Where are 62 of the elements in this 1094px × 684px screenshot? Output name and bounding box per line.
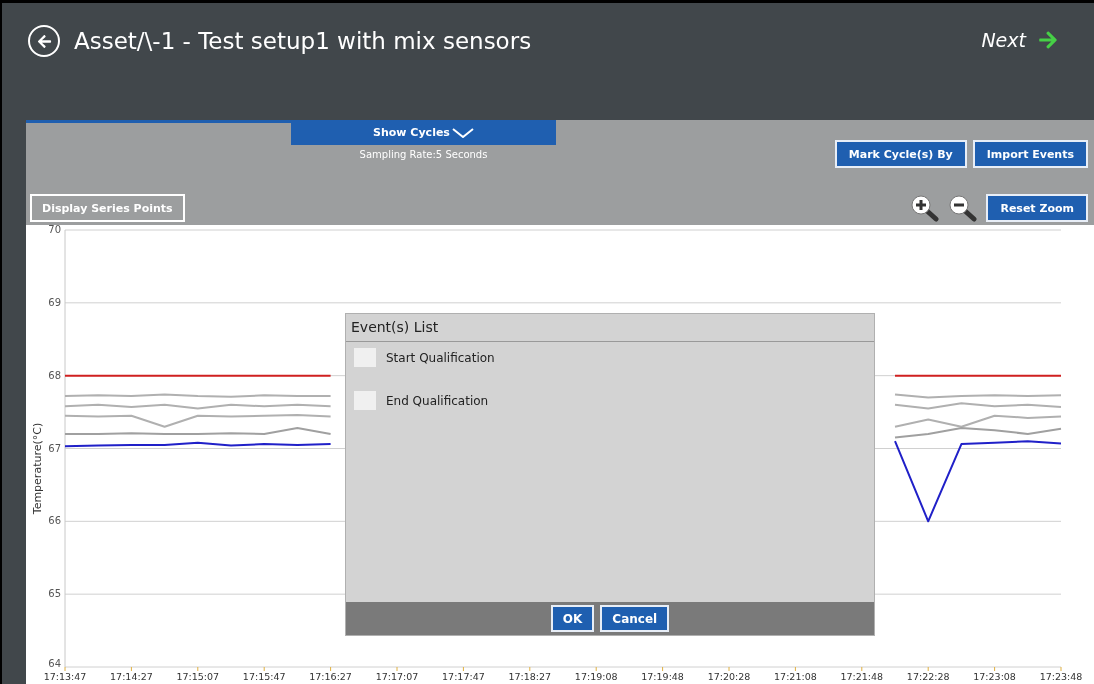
dialog-title: Event(s) List bbox=[346, 314, 874, 342]
x-tick bbox=[396, 666, 398, 672]
next-button[interactable]: Next bbox=[981, 29, 1058, 51]
reset-zoom-button[interactable]: Reset Zoom bbox=[986, 194, 1088, 222]
x-tick bbox=[794, 666, 796, 672]
y-tick-label: 69 bbox=[48, 296, 61, 308]
y-tick-label: 65 bbox=[48, 588, 61, 600]
x-tick bbox=[263, 666, 265, 672]
x-tick bbox=[994, 666, 996, 672]
x-tick-label: 17:22:28 bbox=[906, 671, 950, 682]
x-tick bbox=[197, 666, 199, 672]
x-tick-label: 17:15:07 bbox=[176, 671, 220, 682]
zoom-out-button[interactable] bbox=[948, 194, 979, 222]
x-tick-label: 17:19:48 bbox=[641, 671, 684, 682]
page-title: Asset/\-1 - Test setup1 with mix sensors bbox=[74, 27, 533, 56]
sampling-rate-text: Sampling Rate:5 Seconds bbox=[359, 149, 488, 160]
event-checkbox[interactable] bbox=[354, 391, 376, 410]
event-label: End Qualification bbox=[386, 393, 489, 408]
x-tick bbox=[462, 666, 464, 672]
event-checkbox[interactable] bbox=[354, 348, 376, 367]
y-axis-title: Temperature(°C) bbox=[31, 422, 44, 515]
x-tick bbox=[64, 666, 66, 672]
y-tick-label: 70 bbox=[48, 225, 61, 235]
toolbar-button[interactable]: Import Events bbox=[972, 140, 1088, 168]
x-tick-label: 17:23:48 bbox=[1039, 671, 1083, 682]
x-tick bbox=[1060, 666, 1062, 672]
x-tick-label: 17:19:08 bbox=[574, 671, 618, 682]
x-tick bbox=[529, 666, 531, 672]
show-cycles-tab[interactable]: Show Cycles bbox=[291, 120, 556, 145]
x-tick-label: 17:21:08 bbox=[774, 671, 817, 682]
x-tick-label: 17:17:47 bbox=[442, 671, 485, 682]
dialog-button[interactable]: Cancel bbox=[600, 605, 670, 632]
zoom-in-icon bbox=[910, 194, 941, 222]
dialog-button[interactable]: OK bbox=[550, 605, 595, 632]
x-tick-label: 17:15:47 bbox=[242, 671, 286, 682]
next-arrow-icon bbox=[1038, 30, 1058, 50]
x-tick-label: 17:20:28 bbox=[707, 671, 751, 682]
y-tick-label: 64 bbox=[48, 658, 61, 669]
y-tick-label: 68 bbox=[48, 369, 61, 381]
toolbar-button[interactable]: Mark Cycle(s) By bbox=[834, 140, 967, 168]
x-tick-label: 17:21:48 bbox=[840, 671, 884, 682]
x-tick bbox=[595, 666, 597, 672]
x-tick bbox=[130, 666, 132, 672]
x-tick bbox=[861, 666, 863, 672]
x-tick bbox=[662, 666, 664, 672]
zoom-out-icon bbox=[948, 194, 979, 222]
x-tick-label: 17:14:27 bbox=[110, 671, 153, 682]
event-label: Start Qualification bbox=[386, 350, 495, 365]
x-tick-label: 17:17:07 bbox=[375, 671, 419, 682]
y-tick-label: 67 bbox=[48, 442, 61, 454]
x-tick-label: 17:16:27 bbox=[309, 671, 352, 682]
x-tick-label: 17:18:27 bbox=[508, 671, 552, 682]
chevron-down-icon bbox=[451, 127, 474, 138]
x-tick bbox=[927, 666, 929, 672]
y-tick-label: 66 bbox=[48, 515, 61, 527]
x-tick-label: 17:13:47 bbox=[43, 671, 87, 682]
back-arrow-icon bbox=[36, 33, 52, 49]
zoom-in-button[interactable] bbox=[910, 194, 941, 222]
x-tick-label: 17:23:08 bbox=[973, 671, 1016, 682]
x-tick bbox=[330, 666, 332, 672]
back-button[interactable] bbox=[28, 25, 60, 57]
x-tick bbox=[728, 666, 730, 672]
